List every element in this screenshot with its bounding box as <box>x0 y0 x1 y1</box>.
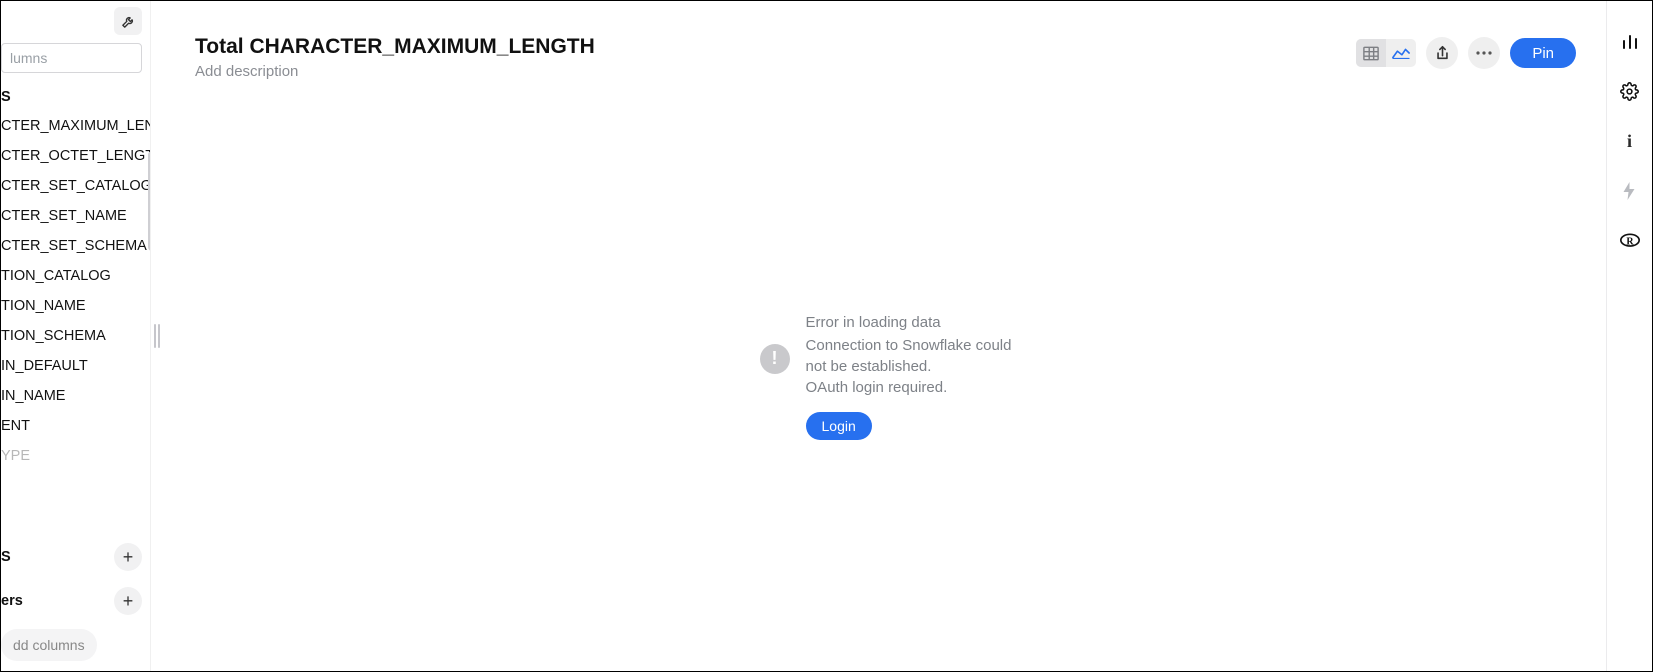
column-item[interactable]: TION_CATALOG <box>1 261 150 291</box>
add-s-button[interactable]: + <box>114 543 142 571</box>
bolt-icon <box>1623 182 1636 200</box>
column-item[interactable]: CTER_OCTET_LENGTH <box>1 141 150 171</box>
error-line: Connection to Snowflake could <box>806 335 1012 356</box>
column-list-scrollbar[interactable] <box>148 151 150 535</box>
error-line: not be established. <box>806 356 1012 377</box>
rail-info-button[interactable]: i <box>1614 125 1646 157</box>
bar-chart-icon <box>1621 33 1639 49</box>
rail-chart-button[interactable] <box>1614 25 1646 57</box>
table-icon <box>1363 46 1379 61</box>
sidebar: S CTER_MAXIMUM_LEN CTER_OCTET_LENGTH CTE… <box>1 1 151 671</box>
plus-icon: + <box>123 547 134 568</box>
configure-button[interactable] <box>114 7 142 35</box>
sidebar-resize-handle[interactable] <box>154 324 160 348</box>
main-content: Total CHARACTER_MAXIMUM_LENGTH Add descr… <box>165 11 1606 661</box>
group-s[interactable]: S + <box>1 535 150 579</box>
chart-view-toggle[interactable] <box>1386 39 1416 67</box>
column-list[interactable]: CTER_MAXIMUM_LEN CTER_OCTET_LENGTH CTER_… <box>1 111 150 535</box>
scrollbar-thumb[interactable] <box>148 151 150 251</box>
error-message: ! Error in loading data Connection to Sn… <box>760 312 1012 440</box>
add-columns-button[interactable]: dd columns <box>1 629 97 661</box>
header-toolbar: Pin <box>1356 37 1576 69</box>
search-input[interactable] <box>1 43 142 73</box>
group-ers[interactable]: ers + <box>1 579 150 623</box>
add-ers-button[interactable]: + <box>114 587 142 615</box>
svg-text:R: R <box>1626 236 1634 247</box>
view-toggle <box>1356 39 1416 67</box>
wrench-icon <box>121 14 136 29</box>
columns-section-header: S <box>1 83 150 111</box>
group-s-label: S <box>1 549 11 565</box>
share-button[interactable] <box>1426 37 1458 69</box>
login-button[interactable]: Login <box>806 412 872 440</box>
error-line: OAuth login required. <box>806 377 1012 398</box>
column-item[interactable]: IN_NAME <box>1 381 150 411</box>
page-title: Total CHARACTER_MAXIMUM_LENGTH <box>195 35 595 59</box>
r-icon: R <box>1620 233 1640 249</box>
column-item[interactable]: TION_NAME <box>1 291 150 321</box>
pin-button[interactable]: Pin <box>1510 38 1576 68</box>
column-item[interactable]: CTER_SET_CATALOG <box>1 171 150 201</box>
add-description[interactable]: Add description <box>195 63 595 80</box>
rail-r-button[interactable]: R <box>1614 225 1646 257</box>
plus-icon: + <box>123 591 134 612</box>
more-icon <box>1476 51 1492 55</box>
add-columns-label: dd columns <box>13 637 85 653</box>
column-item[interactable]: IN_DEFAULT <box>1 351 150 381</box>
column-item[interactable]: CTER_MAXIMUM_LEN <box>1 111 150 141</box>
info-icon: i <box>1627 131 1632 152</box>
column-item[interactable]: YPE <box>1 441 150 471</box>
rail-settings-button[interactable] <box>1614 75 1646 107</box>
more-button[interactable] <box>1468 37 1500 69</box>
line-chart-icon <box>1392 46 1410 60</box>
column-item[interactable]: ENT <box>1 411 150 441</box>
column-item[interactable]: CTER_SET_NAME <box>1 201 150 231</box>
alert-icon: ! <box>760 344 790 374</box>
right-rail: i R <box>1606 1 1652 671</box>
rail-bolt-button[interactable] <box>1614 175 1646 207</box>
share-icon <box>1435 45 1450 61</box>
group-ers-label: ers <box>1 593 23 609</box>
column-item[interactable]: TION_SCHEMA <box>1 321 150 351</box>
error-title: Error in loading data <box>806 312 1012 333</box>
table-view-toggle[interactable] <box>1356 39 1386 67</box>
column-item[interactable]: CTER_SET_SCHEMA <box>1 231 150 261</box>
gear-icon <box>1620 82 1639 101</box>
